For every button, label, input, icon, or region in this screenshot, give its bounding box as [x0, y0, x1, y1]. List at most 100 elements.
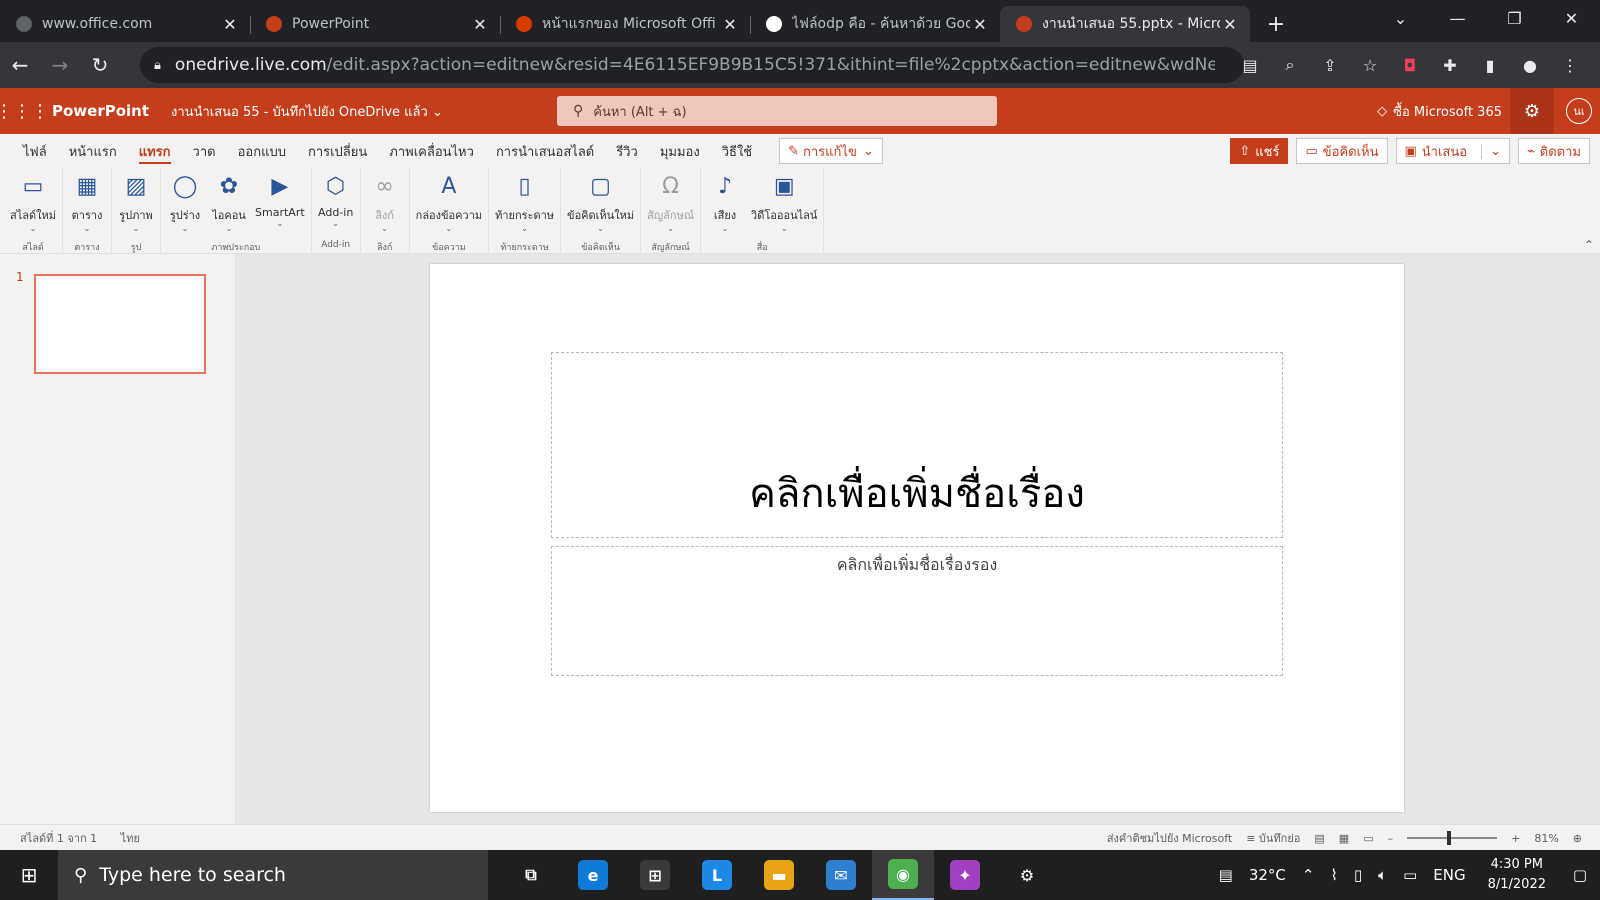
ribbon-tab[interactable]: ออกแบบ: [227, 134, 297, 168]
ribbon-tab[interactable]: แทรก: [128, 134, 182, 168]
browser-tab[interactable]: หน้าแรกของ Microsoft Offi ✕: [500, 6, 751, 42]
taskbar-app-messenger[interactable]: ✦: [934, 850, 996, 900]
chrome-menu-icon[interactable]: ⋮: [1550, 47, 1590, 83]
comments-button[interactable]: ▭ ข้อคิดเห็น: [1296, 138, 1388, 164]
windows-start-icon[interactable]: ⊞: [0, 850, 58, 900]
temperature[interactable]: 32°C: [1249, 866, 1286, 884]
app-name[interactable]: PowerPoint: [52, 102, 149, 120]
language-indicator[interactable]: ไทย: [121, 832, 140, 845]
tab-close-icon[interactable]: ✕: [720, 15, 740, 34]
ribbon-tab[interactable]: การนำเสนอสไลด์: [485, 134, 605, 168]
ribbon-button[interactable]: ⬡ Add-in ⌄: [314, 168, 358, 240]
taskbar-search[interactable]: ⚲ Type here to search: [58, 850, 488, 900]
forward-icon[interactable]: →: [40, 45, 80, 85]
zoom-icon[interactable]: ⌕: [1270, 47, 1310, 83]
slide-canvas[interactable]: คลิกเพื่อเพิ่มชื่อเรื่อง คลิกเพื่อเพิ่มช…: [430, 264, 1404, 812]
tab-close-icon[interactable]: ✕: [1220, 15, 1240, 34]
browser-tab[interactable]: งานนำเสนอ 55.pptx - Micro ✕: [1000, 6, 1250, 42]
ribbon-button[interactable]: ▶ SmartArt ⌄: [251, 168, 309, 240]
fit-to-window-icon[interactable]: ⊕: [1573, 832, 1582, 845]
share-button[interactable]: ⇧ แชร์: [1230, 138, 1289, 164]
buy-microsoft-365-link[interactable]: ◇ ซื้อ Microsoft 365: [1377, 88, 1502, 134]
browser-tab[interactable]: PowerPoint ✕: [250, 6, 501, 42]
normal-view-icon[interactable]: ▤: [1314, 832, 1324, 845]
document-status[interactable]: งานนำเสนอ 55 - บันทึกไปยัง OneDrive แล้ว…: [171, 101, 443, 122]
profile-avatar-icon[interactable]: ●: [1510, 47, 1550, 83]
notification-center-icon[interactable]: ▢: [1560, 850, 1600, 900]
ribbon-button[interactable]: ▣ วิดีโอออนไลน์ ⌄: [747, 168, 821, 240]
tab-close-icon[interactable]: ✕: [970, 15, 990, 34]
taskbar-app-edge[interactable]: e: [562, 850, 624, 900]
taskbar-app-task-view[interactable]: ⧉: [500, 850, 562, 900]
ribbon-button[interactable]: ▨ รูปภาพ ⌄: [114, 168, 158, 240]
ribbon-button[interactable]: ▦ ตาราง ⌄: [65, 168, 109, 240]
show-hidden-icons-icon[interactable]: ⌃: [1302, 866, 1315, 884]
taskbar-app-file-explorer[interactable]: ▬: [748, 850, 810, 900]
extensions-icon[interactable]: ✚: [1430, 47, 1470, 83]
volume-icon[interactable]: 🔈︎: [1378, 866, 1387, 884]
pocket-extension-icon[interactable]: ◘: [1390, 47, 1430, 83]
avatar[interactable]: นเ: [1566, 98, 1592, 124]
ribbon-tab[interactable]: หน้าแรก: [58, 134, 128, 168]
ribbon-tab[interactable]: การเปลี่ยน: [297, 134, 378, 168]
ribbon-button[interactable]: ✿ ไอคอน ⌄: [207, 168, 251, 240]
notes-button[interactable]: ≡ บันทึกย่อ: [1246, 829, 1300, 847]
ribbon-button[interactable]: ♪ เสียง ⌄: [703, 168, 747, 240]
ribbon-tab[interactable]: ไฟล์: [12, 134, 58, 168]
ribbon-button[interactable]: ▯ ท้ายกระดาษ ⌄: [491, 168, 558, 240]
minimize-button[interactable]: —: [1429, 0, 1486, 36]
address-bar[interactable]: 🔒︎ onedrive.live.com/edit.aspx?action=ed…: [140, 47, 1244, 83]
ribbon-tab[interactable]: วิธีใช้: [711, 134, 763, 168]
ribbon-button[interactable]: ◯ รูปร่าง ⌄: [163, 168, 207, 240]
title-placeholder[interactable]: คลิกเพื่อเพิ่มชื่อเรื่อง: [551, 352, 1283, 538]
input-language[interactable]: ENG: [1433, 866, 1465, 884]
slide-sorter-icon[interactable]: ▦: [1339, 832, 1349, 845]
browser-tab[interactable]: www.office.com ✕: [0, 6, 251, 42]
browser-tab[interactable]: ไฟล์odp คือ - ค้นหาด้วย Goo ✕: [750, 6, 1001, 42]
zoom-in-button[interactable]: +: [1511, 832, 1520, 845]
settings-gear-icon[interactable]: ⚙: [1510, 88, 1554, 134]
ribbon-button[interactable]: A กล่องข้อความ ⌄: [412, 168, 486, 240]
taskbar-app-chrome[interactable]: ◉: [872, 850, 934, 900]
zoom-slider[interactable]: [1407, 831, 1498, 845]
share-page-icon[interactable]: ⇪: [1310, 47, 1350, 83]
zoom-out-button[interactable]: –: [1388, 832, 1394, 845]
present-dropdown-icon[interactable]: ⌄: [1481, 143, 1501, 159]
follow-button[interactable]: ⌁ ติดตาม: [1517, 138, 1590, 164]
taskbar-app-settings[interactable]: ⚙: [996, 850, 1058, 900]
ribbon-tab[interactable]: วาด: [182, 134, 227, 168]
clipboard-icon[interactable]: ▤: [1230, 47, 1270, 83]
reload-icon[interactable]: ↻: [80, 45, 120, 85]
bookmark-star-icon[interactable]: ☆: [1350, 47, 1390, 83]
side-panel-icon[interactable]: ▮: [1470, 47, 1510, 83]
app-launcher-icon[interactable]: ⋮⋮⋮: [0, 88, 49, 134]
reading-view-icon[interactable]: ▭: [1363, 832, 1373, 845]
ribbon-tab[interactable]: รีวิว: [605, 134, 649, 168]
zoom-level[interactable]: 81%: [1534, 832, 1558, 845]
ribbon-tab[interactable]: ภาพเคลื่อนไหว: [378, 134, 485, 168]
tab-close-icon[interactable]: ✕: [470, 15, 490, 34]
taskbar-app-l-app[interactable]: L: [686, 850, 748, 900]
tab-close-icon[interactable]: ✕: [220, 15, 240, 34]
ribbon-button[interactable]: ▢ ข้อคิดเห็นใหม่ ⌄: [563, 168, 638, 240]
back-icon[interactable]: ←: [0, 45, 40, 85]
ribbon-tab[interactable]: มุมมอง: [649, 134, 711, 168]
device-icon[interactable]: ▯: [1354, 866, 1362, 884]
editing-mode-button[interactable]: ✎ การแก้ไข ⌄: [779, 138, 883, 164]
taskbar-app-mail[interactable]: ✉: [810, 850, 872, 900]
close-window-button[interactable]: ✕: [1543, 0, 1600, 36]
present-button[interactable]: ▣ นำเสนอ ⌄: [1395, 138, 1510, 164]
slide-thumbnail[interactable]: [34, 274, 206, 374]
ribbon-button[interactable]: ▭ สไลด์ใหม่ ⌄: [6, 168, 60, 240]
ribbon-button[interactable]: Ω สัญลักษณ์ ⌄: [643, 168, 698, 240]
network-icon[interactable]: ⌇: [1330, 866, 1337, 884]
restore-button[interactable]: ❐: [1486, 0, 1543, 36]
clock[interactable]: 4:30 PM 8/1/2022: [1488, 855, 1546, 895]
ribbon-button[interactable]: ∞ ลิงก์ ⌄: [363, 168, 407, 240]
feedback-link[interactable]: ส่งคำติชมไปยัง Microsoft: [1107, 829, 1232, 847]
subtitle-placeholder[interactable]: คลิกเพื่อเพิ่มชื่อเรื่องรอง: [551, 546, 1283, 676]
collapse-ribbon-icon[interactable]: ⌃: [1584, 238, 1594, 252]
zoom-slider-thumb[interactable]: [1447, 831, 1452, 845]
tab-search-icon[interactable]: ⌄: [1372, 0, 1429, 36]
weather-icon[interactable]: ▤: [1219, 866, 1233, 884]
